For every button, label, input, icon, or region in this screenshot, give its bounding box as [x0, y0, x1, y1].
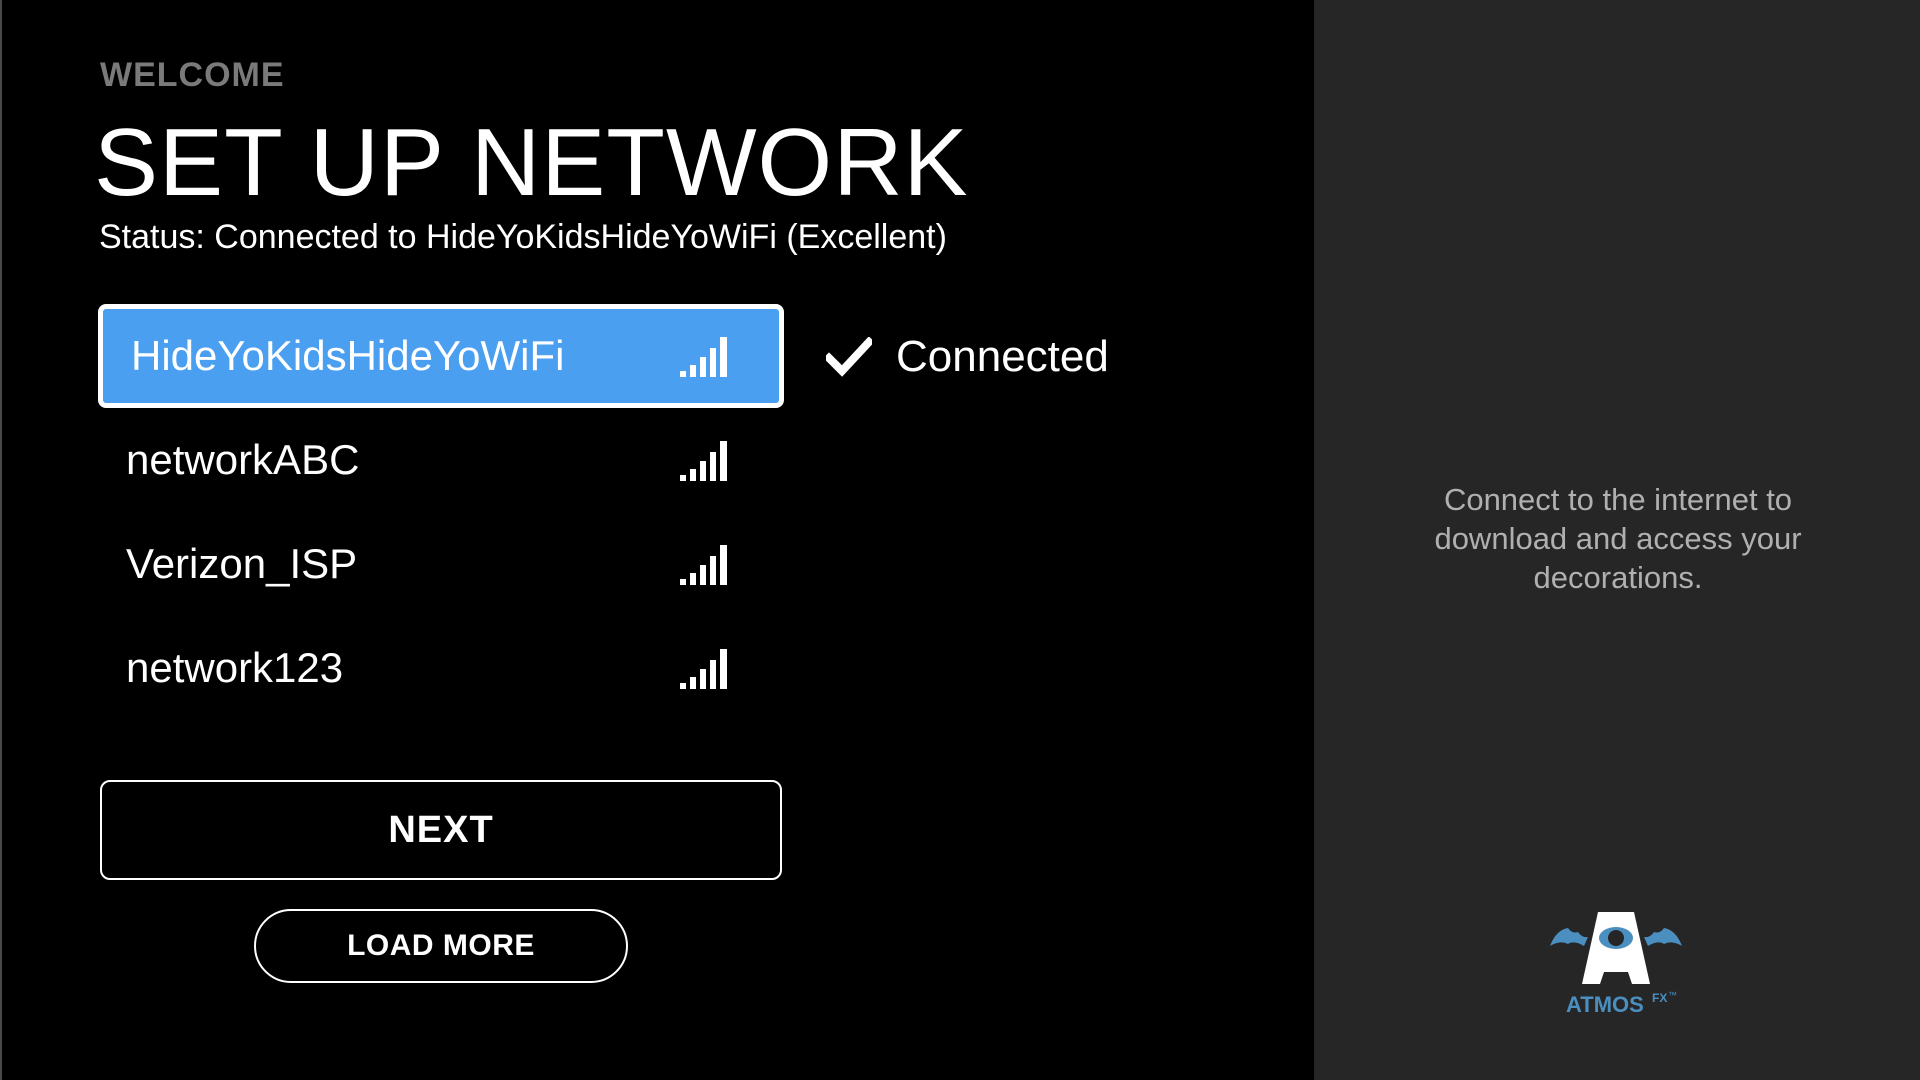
atmosfx-logo: ATMOS FX ™: [1550, 912, 1682, 1017]
checkmark-icon: [826, 337, 872, 377]
connection-status: Status: Connected to HideYoKidsHideYoWiF…: [99, 218, 947, 256]
wifi-signal-icon: [680, 545, 727, 585]
network-list: HideYoKidsHideYoWiFi networkABC Verizon_…: [98, 304, 784, 720]
network-item-network123[interactable]: network123: [98, 616, 784, 720]
network-name: networkABC: [126, 436, 360, 483]
network-item-verizon-isp[interactable]: Verizon_ISP: [98, 512, 784, 616]
logo-trademark: ™: [1668, 990, 1677, 1000]
network-item-hideyokidshideyowifi[interactable]: HideYoKidsHideYoWiFi: [98, 304, 784, 408]
network-item-networkabc[interactable]: networkABC: [98, 408, 784, 512]
wifi-signal-icon: [680, 441, 727, 481]
wifi-signal-icon: [680, 649, 727, 689]
page-title: SET UP NETWORK: [94, 109, 969, 216]
wifi-signal-icon: [680, 337, 727, 377]
logo-wordmark: ATMOS: [1566, 992, 1644, 1017]
network-name: Verizon_ISP: [126, 540, 358, 587]
welcome-label: WELCOME: [100, 56, 285, 94]
logo-superscript: FX: [1652, 991, 1667, 1005]
screen-edge: [0, 0, 2, 1080]
next-button[interactable]: NEXT: [100, 780, 782, 880]
network-name: HideYoKidsHideYoWiFi: [131, 332, 565, 379]
internet-info-message: Connect to the internet to download and …: [1434, 482, 1802, 595]
connected-label: Connected: [896, 332, 1109, 381]
network-name: network123: [126, 644, 344, 691]
connected-indicator: Connected: [826, 328, 1109, 386]
load-more-button[interactable]: LOAD MORE: [254, 909, 628, 983]
network-setup-screen: WELCOME SET UP NETWORK Status: Connected…: [0, 0, 1920, 1080]
